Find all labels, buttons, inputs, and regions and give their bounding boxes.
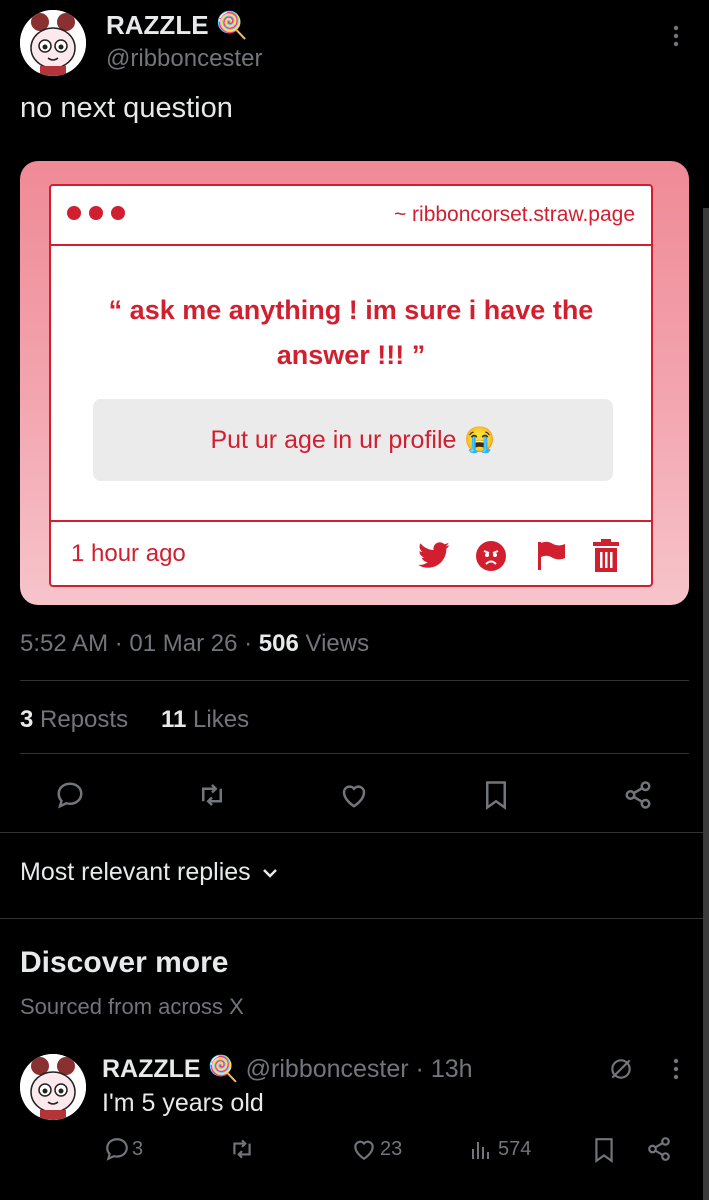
reposts-label: Reposts <box>33 706 129 733</box>
views-count: 506 <box>258 630 299 657</box>
repost-icon <box>202 784 222 806</box>
author-name-row[interactable]: RAZZLE 🍭 <box>106 10 248 41</box>
flag-icon <box>535 540 567 577</box>
card-time-ago: 1 hour ago <box>71 540 186 567</box>
trash-icon <box>591 539 621 578</box>
reposts-count: 3 <box>20 706 34 733</box>
bookmark-icon <box>486 781 506 810</box>
like-button[interactable] <box>334 775 374 815</box>
reply-like-button[interactable]: 23 <box>350 1136 402 1162</box>
like-icon <box>354 1140 374 1161</box>
reply-icon <box>57 782 83 809</box>
likes-stat[interactable]: 11 Likes <box>161 706 249 734</box>
reply-share-button[interactable] <box>646 1136 672 1167</box>
reposts-stat[interactable]: 3 Reposts <box>20 706 128 734</box>
divider <box>20 753 689 754</box>
window-dot <box>89 206 103 220</box>
replies-sort-label: Most relevant replies <box>20 858 251 886</box>
window-dot <box>67 206 81 220</box>
ask-window: ~ ribboncorset.straw.page “ ask me anyth… <box>49 184 653 587</box>
reply-button[interactable] <box>50 775 90 815</box>
share-button[interactable] <box>618 775 658 815</box>
share-icon <box>625 781 651 809</box>
angry-face-icon <box>475 540 507 577</box>
reply-count: 3 <box>132 1137 144 1160</box>
discover-title: Discover more <box>20 946 229 979</box>
lollipop-icon: 🍭 <box>215 10 249 40</box>
replies-sort-dropdown[interactable]: Most relevant replies <box>20 858 279 887</box>
card-question: “ ask me anything ! im sure i have the a… <box>108 295 594 370</box>
divider <box>0 832 709 833</box>
repost-icon <box>233 1139 251 1159</box>
share-icon <box>648 1137 670 1161</box>
like-count: 23 <box>380 1137 403 1160</box>
views-count: 574 <box>498 1137 532 1160</box>
window-dot <box>111 206 125 220</box>
window-footer: 1 hour ago <box>51 520 651 585</box>
divider <box>20 680 689 681</box>
more-vertical-icon[interactable] <box>662 1055 690 1083</box>
grok-icon[interactable] <box>606 1054 636 1084</box>
reply-views-button[interactable]: 574 <box>470 1136 531 1162</box>
post-image-card[interactable]: ~ ribboncorset.straw.page “ ask me anyth… <box>20 161 689 605</box>
crying-emoji-icon: 😭 <box>464 425 496 454</box>
more-vertical-icon[interactable] <box>662 22 690 50</box>
reply-reply-button[interactable]: 3 <box>104 1136 143 1162</box>
lollipop-icon: 🍭 <box>207 1055 239 1083</box>
post-meta: 5:52 AM · 01 Mar 26 · 506 Views <box>20 630 369 658</box>
scrollbar[interactable] <box>703 208 709 1200</box>
divider <box>0 918 709 919</box>
like-icon <box>342 785 366 808</box>
card-answer: Put ur age in ur profile 😭 <box>93 399 613 481</box>
reply-age: · 13h <box>408 1055 473 1083</box>
views-icon <box>472 1142 489 1159</box>
reply-avatar[interactable] <box>20 1054 86 1120</box>
author-name[interactable]: RAZZLE <box>106 10 209 40</box>
card-url: ~ ribboncorset.straw.page <box>393 203 635 226</box>
window-titlebar: ~ ribboncorset.straw.page <box>51 186 651 246</box>
author-avatar[interactable] <box>20 10 86 76</box>
views-label: Views <box>298 630 370 657</box>
reply-bookmark-button[interactable] <box>593 1137 615 1168</box>
likes-label: Likes <box>186 706 250 733</box>
reply-header: RAZZLE 🍭 @ribboncester · 13h <box>102 1055 473 1084</box>
repost-button[interactable] <box>192 775 232 815</box>
reply-author-name[interactable]: RAZZLE <box>102 1055 201 1083</box>
reply-repost-button[interactable] <box>228 1136 256 1167</box>
post-text: no next question <box>20 92 233 124</box>
author-handle[interactable]: @ribboncester <box>106 45 262 73</box>
bookmark-icon <box>595 1138 613 1163</box>
likes-count: 11 <box>161 706 187 733</box>
reply-icon <box>106 1138 128 1161</box>
reply-text: I'm 5 years old <box>102 1089 264 1117</box>
discover-subtitle: Sourced from across X <box>20 994 244 1019</box>
chevron-down-icon <box>262 868 277 878</box>
bookmark-button[interactable] <box>476 775 516 815</box>
reply-handle[interactable]: @ribboncester <box>246 1055 409 1083</box>
post-timestamp: 5:52 AM · 01 Mar 26 · <box>20 630 259 657</box>
answer-text: Put ur age in ur profile <box>210 425 457 454</box>
twitter-bird-icon <box>417 542 451 575</box>
